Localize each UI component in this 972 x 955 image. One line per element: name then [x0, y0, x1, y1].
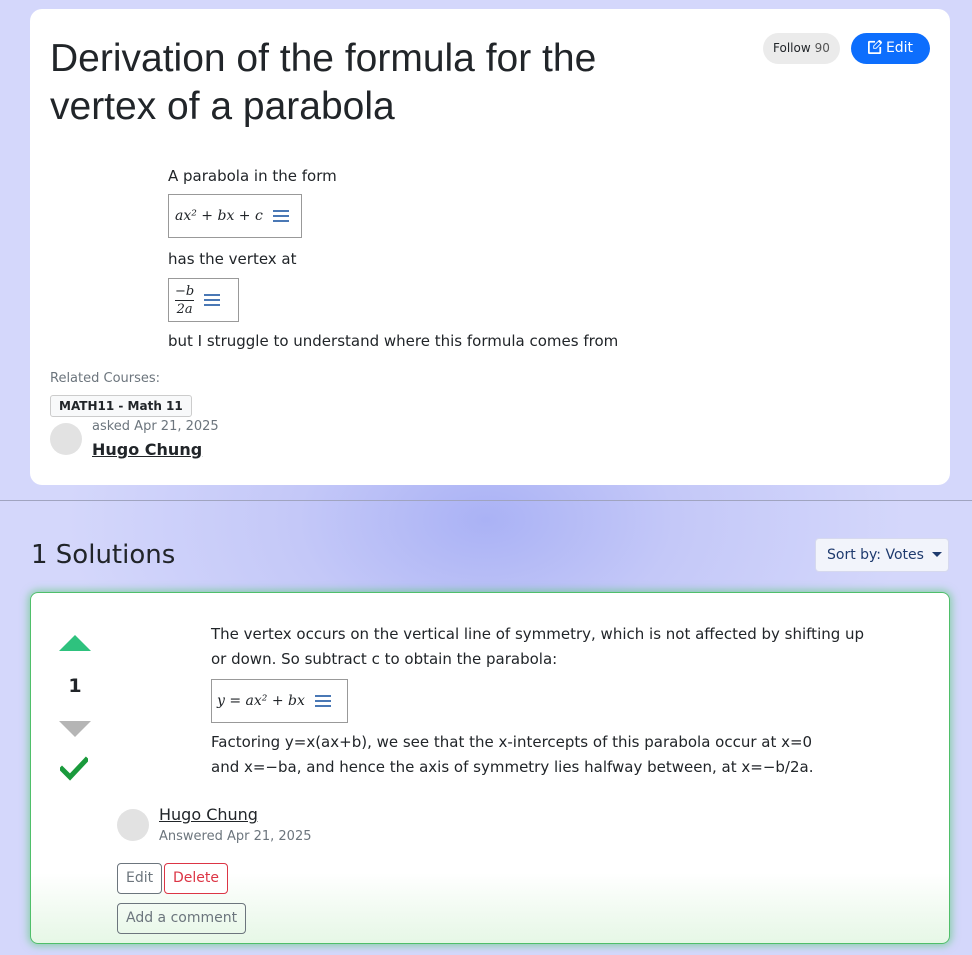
answer-paragraph-1: The vertex occurs on the vertical line o…: [211, 625, 865, 668]
math-text: y = ax² + bx: [217, 693, 305, 709]
fraction-denominator: 2a: [176, 301, 193, 317]
section-divider: [0, 500, 972, 501]
add-comment-button[interactable]: Add a comment: [117, 903, 247, 934]
question-body-line3: but I struggle to understand where this …: [168, 332, 619, 350]
question-body-line1: A parabola in the form: [168, 167, 337, 185]
hamburger-icon[interactable]: [272, 207, 289, 225]
math-expression-answer[interactable]: y = ax² + bx: [211, 679, 348, 723]
answer-author-link[interactable]: Hugo Chung: [159, 805, 258, 824]
question-body-line2: has the vertex at: [168, 250, 297, 268]
course-badge[interactable]: MATH11 - Math 11: [50, 395, 192, 417]
answer-card: 1 The vertex occurs on the vertical line…: [30, 592, 950, 944]
math-expression-quadratic[interactable]: ax² + bx + c: [168, 194, 302, 238]
answer-paragraph-2: Factoring y=x(ax+b), we see that the x-i…: [211, 733, 814, 776]
downvote-icon[interactable]: [59, 721, 91, 737]
question-card: Derivation of the formula for the vertex…: [30, 9, 950, 485]
sort-prefix: Sort by:: [827, 547, 882, 563]
question-title: Derivation of the formula for the vertex…: [50, 37, 597, 128]
answer-date: Answered Apr 21, 2025: [159, 829, 312, 844]
related-courses-label: Related Courses:: [50, 371, 161, 386]
delete-answer-button[interactable]: Delete: [164, 863, 228, 894]
avatar: [117, 809, 149, 841]
follow-button[interactable]: Follow 90: [763, 33, 840, 64]
edit-label: Edit: [885, 40, 914, 56]
follow-count: 90: [814, 41, 830, 55]
follow-label: Follow: [773, 41, 811, 55]
fraction-numerator: −b: [175, 283, 195, 299]
sort-dropdown[interactable]: Sort by: Votes: [815, 538, 949, 572]
solutions-heading: 1 Solutions: [31, 540, 176, 570]
caret-down-icon: [931, 552, 942, 557]
author-link[interactable]: Hugo Chung: [92, 440, 202, 459]
fraction: −b 2a: [175, 283, 195, 317]
edit-question-button[interactable]: Edit: [851, 33, 930, 64]
math-expression-vertex[interactable]: −b 2a: [168, 278, 239, 322]
math-text: ax² + bx + c: [175, 208, 263, 224]
hamburger-icon[interactable]: [314, 692, 331, 710]
vote-count: 1: [68, 675, 82, 697]
pencil-square-icon: [867, 40, 882, 54]
asked-date: asked Apr 21, 2025: [92, 419, 219, 434]
edit-answer-button[interactable]: Edit: [117, 863, 163, 894]
upvote-icon[interactable]: [59, 635, 91, 651]
hamburger-icon[interactable]: [204, 291, 221, 309]
checkmark-icon: [60, 756, 88, 781]
avatar: [50, 423, 82, 455]
sort-value: Votes: [885, 547, 924, 563]
